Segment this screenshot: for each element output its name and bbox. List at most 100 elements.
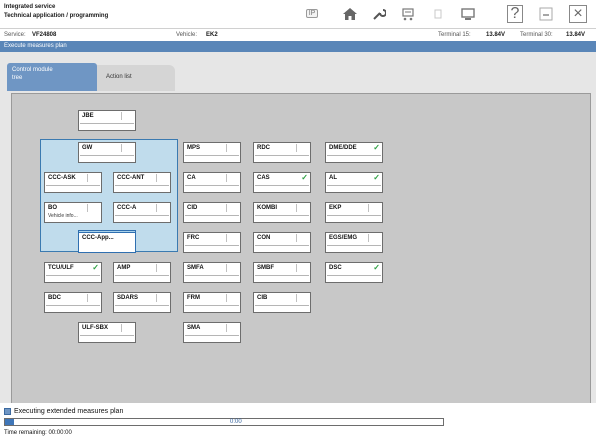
module-frc[interactable]: FRC [183,232,241,253]
terminal30-value: 13.84V [566,32,586,38]
monitor-icon [460,7,476,21]
ip-button-label: IP [305,9,319,18]
module-mps[interactable]: MPS [183,142,241,163]
module-cas[interactable]: CAS ✓ [253,172,311,193]
module-jbe[interactable]: JBE [78,110,136,131]
module-vdivider [226,324,227,332]
status-indicator-icon [4,408,11,415]
tab-control-module-tree[interactable]: Control module tree [7,63,97,91]
service-label: Service: [4,32,26,38]
module-rdc[interactable]: RDC [253,142,311,163]
module-vdivider [121,112,122,120]
blank-icon [434,7,442,21]
module-divider [327,215,381,216]
vehicle-label: Vehicle: [176,32,198,38]
module-divider [255,275,309,276]
module-divider [255,305,309,306]
module-label: SMA [187,325,201,331]
module-label: CON [257,235,271,241]
module-vdivider [156,204,157,212]
module-vdivider [87,294,88,302]
wrench-icon [372,7,386,21]
wrench-button[interactable] [368,3,390,24]
progress-bar: 0:00 [4,418,444,426]
close-icon: × [569,4,587,23]
home-icon [342,7,358,21]
module-amp[interactable]: AMP [113,262,171,283]
module-vdivider [87,174,88,182]
module-label: ULF-SBX [82,325,108,331]
cart-button[interactable] [396,3,420,24]
module-egs-emg[interactable]: EGS/EMG [325,232,383,253]
module-divider [185,215,239,216]
module-frm[interactable]: FRM [183,292,241,313]
help-button[interactable]: ? [504,3,526,24]
module-bdc[interactable]: BDC [44,292,102,313]
section-header: Execute measures plan [0,41,596,52]
module-vdivider [156,174,157,182]
module-label: TCU/ULF [48,265,74,271]
module-divider [185,245,239,246]
module-dsc[interactable]: DSC ✓ [325,262,383,283]
module-smbf[interactable]: SMBF [253,262,311,283]
module-divider [115,305,169,306]
home-button[interactable] [338,3,362,24]
module-ccc-a[interactable]: CCC-A [113,202,171,223]
module-label: DME/DDE [329,145,357,151]
module-ekp[interactable]: EKP [325,202,383,223]
module-label: RDC [257,145,270,151]
module-vdivider [368,204,369,212]
module-label: EKP [329,205,342,211]
module-ulf-sbx[interactable]: ULF-SBX [78,322,136,343]
module-vdivider [121,144,122,152]
module-vdivider [296,264,297,272]
module-dme-dde[interactable]: DME/DDE ✓ [325,142,383,163]
module-divider [255,245,309,246]
module-label: SMBF [257,265,274,271]
minimize-button[interactable] [536,3,556,24]
check-icon: ✓ [301,173,308,182]
module-tcu-ulf[interactable]: TCU/ULF ✓ [44,262,102,283]
module-cib[interactable]: CIB [253,292,311,313]
module-label: CA [187,175,196,181]
module-con[interactable]: CON [253,232,311,253]
module-sdars[interactable]: SDARS [113,292,171,313]
module-vdivider [156,264,157,272]
module-ccc-ant[interactable]: CCC-ANT [113,172,171,193]
module-divider [46,275,100,276]
module-divider [327,185,381,186]
tab-label: Action list [106,74,132,80]
tab-label-line2: tree [12,75,23,81]
module-bo[interactable]: BO Vehicle info... [44,202,102,223]
module-smfa[interactable]: SMFA [183,262,241,283]
module-label: AMP [117,265,131,271]
module-divider [46,305,100,306]
module-gw[interactable]: GW [78,142,136,163]
module-divider [185,275,239,276]
monitor-button[interactable] [456,3,480,24]
terminal30-label: Terminal 30: [520,32,553,38]
blank-button[interactable] [428,3,448,24]
module-kombi[interactable]: KOMBI [253,202,311,223]
module-vdivider [156,294,157,302]
module-ccc-ask[interactable]: CCC-ASK [44,172,102,193]
module-vdivider [121,324,122,332]
status-footer: Executing extended measures plan 0:00 Ti… [0,403,596,445]
module-label: CCC-ANT [117,175,145,181]
module-cid[interactable]: CID [183,202,241,223]
section-title: Execute measures plan [4,43,67,49]
module-sma[interactable]: SMA [183,322,241,343]
module-vdivider [226,264,227,272]
module-vdivider [368,234,369,242]
module-ca[interactable]: CA [183,172,241,193]
module-label: CCC-A [117,205,137,211]
module-label: CCC-ASK [48,175,76,181]
cart-icon [400,7,416,21]
module-ccc-app[interactable]: CCC-App... [78,232,136,253]
close-button[interactable]: × [566,3,590,24]
module-vdivider [226,144,227,152]
module-divider [255,215,309,216]
module-al[interactable]: AL ✓ [325,172,383,193]
ip-button[interactable]: IP [302,3,322,24]
tab-action-list[interactable]: Action list [97,65,175,91]
